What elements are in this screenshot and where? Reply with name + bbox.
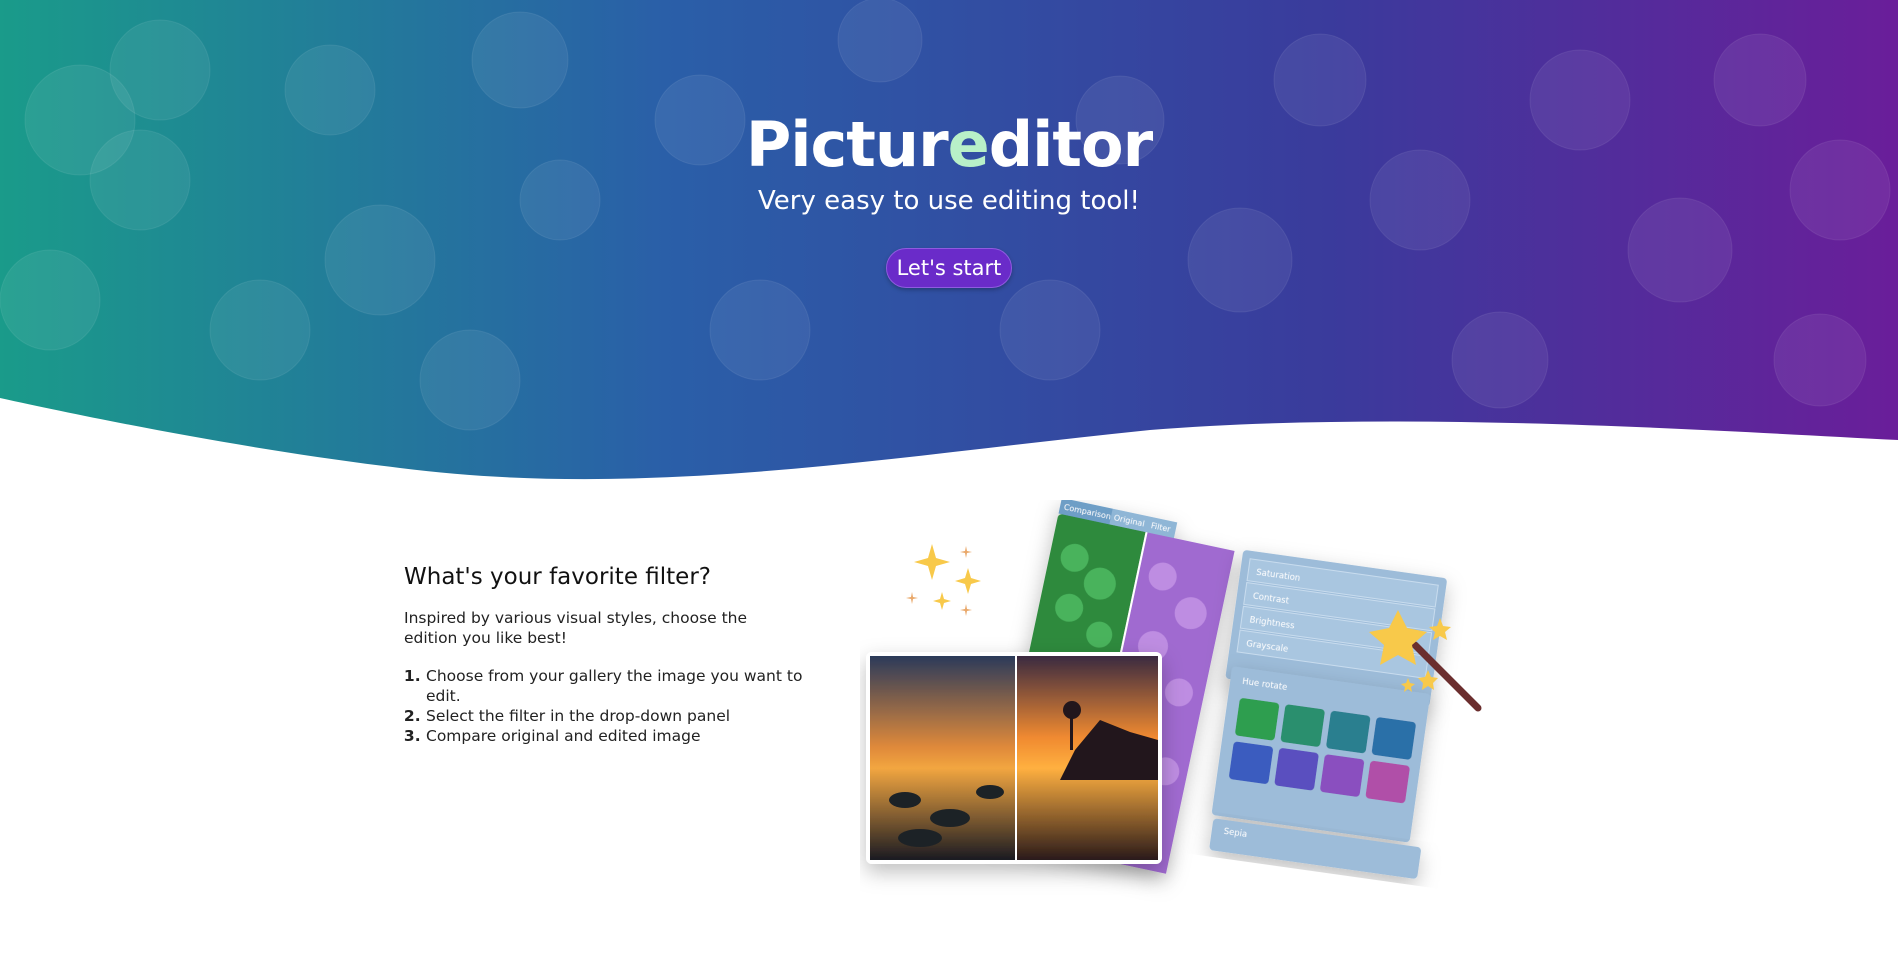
hero-subtitle: Very easy to use editing tool! — [758, 186, 1140, 216]
editor-illustration-graphic: Comparison Original Filter Saturation Co… — [866, 500, 1482, 879]
lets-start-button[interactable]: Let's start — [886, 248, 1012, 288]
hero-section: Pictureditor Very easy to use editing to… — [0, 0, 1898, 480]
steps-list: Choose from your gallery the image you w… — [404, 666, 824, 746]
list-item: Choose from your gallery the image you w… — [426, 666, 824, 706]
section-heading: What's your favorite filter? — [404, 564, 711, 590]
list-item: Select the filter in the drop-down panel — [426, 706, 824, 726]
editor-illustration: Comparison Original Filter Saturation Co… — [860, 500, 1520, 920]
page-title: Pictureditor — [745, 108, 1153, 181]
sparkles-icon — [914, 544, 981, 610]
title-accent-letter: e — [947, 108, 990, 181]
filter-info-section: What's your favorite filter? Inspired by… — [404, 564, 824, 746]
hero-background — [0, 0, 1898, 480]
section-intro: Inspired by various visual styles, choos… — [404, 609, 748, 647]
list-item: Compare original and edited image — [426, 726, 824, 746]
